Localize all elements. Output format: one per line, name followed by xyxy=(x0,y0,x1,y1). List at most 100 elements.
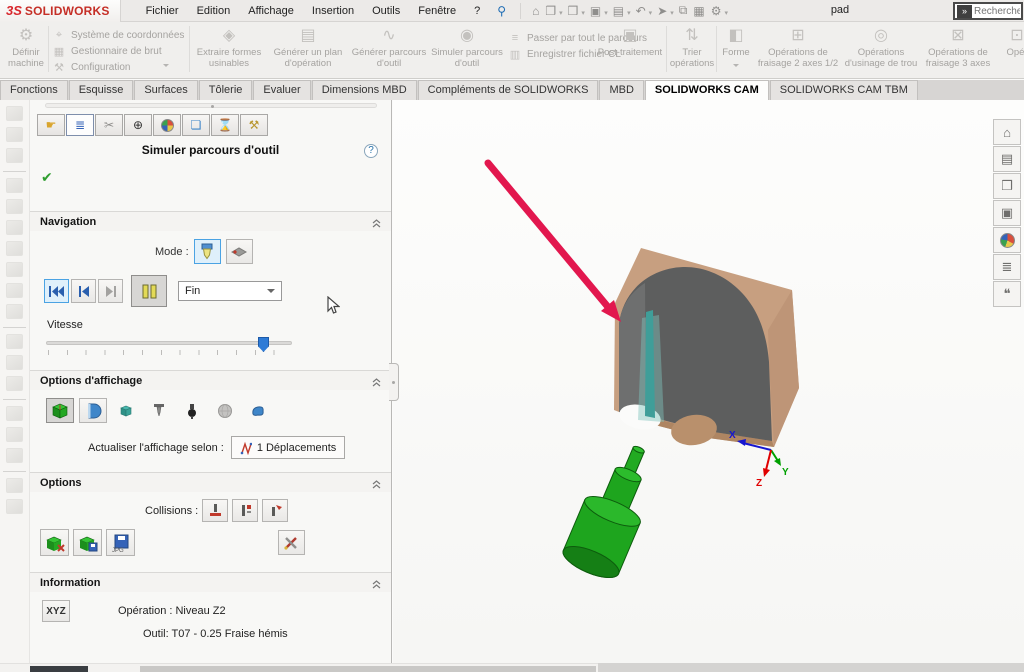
tab-tools[interactable]: ✂ xyxy=(95,114,123,136)
taskpane-design-library-button[interactable]: ▤ xyxy=(993,146,1021,172)
undo-caret-icon[interactable]: ▾ xyxy=(649,9,653,17)
tab-complements[interactable]: Compléments de SOLIDWORKS xyxy=(418,80,599,100)
taskpane-view-palette-button[interactable]: ▣ xyxy=(993,200,1021,226)
show-fixture-button[interactable] xyxy=(211,398,239,423)
tab-fonctions[interactable]: Fonctions xyxy=(0,80,68,100)
show-chuck-button[interactable] xyxy=(244,398,272,423)
edge-strip-icon[interactable] xyxy=(6,499,23,514)
edge-strip-icon[interactable] xyxy=(6,127,23,142)
feature-edge-strip[interactable] xyxy=(0,100,30,663)
show-holder-button[interactable] xyxy=(178,398,206,423)
slider-track[interactable] xyxy=(46,341,292,345)
menu-help[interactable]: ? xyxy=(465,1,489,21)
open-doc-caret-icon[interactable]: ▾ xyxy=(581,9,585,17)
show-target-part-button[interactable] xyxy=(112,398,140,423)
save-caret-icon[interactable]: ▾ xyxy=(604,9,608,17)
taskpane-appearances-button[interactable] xyxy=(993,227,1021,253)
show-tool-button[interactable] xyxy=(145,398,173,423)
step-forward-button[interactable] xyxy=(98,279,123,303)
edge-strip-icon[interactable] xyxy=(6,106,23,121)
edge-strip-icon[interactable] xyxy=(6,427,23,442)
tab-feature-tree[interactable]: ☛ xyxy=(37,114,65,136)
menu-fichier[interactable]: Fichier xyxy=(137,1,188,21)
ribbon-post-process[interactable]: ▣ Post-traitement xyxy=(596,25,664,58)
tool-mode-button[interactable] xyxy=(194,239,221,264)
tab-analysis[interactable] xyxy=(153,114,181,136)
tab-simulation[interactable]: ⌛ xyxy=(211,114,239,136)
ribbon-configuration[interactable]: ⚒Configuration xyxy=(52,59,184,75)
collapse-chevrons-icon[interactable] xyxy=(372,219,381,228)
edge-strip-icon[interactable] xyxy=(6,334,23,349)
tab-document[interactable]: ❏ xyxy=(182,114,210,136)
show-stock-button[interactable] xyxy=(46,398,74,423)
menu-fenetre[interactable]: Fenêtre xyxy=(409,1,465,21)
select-caret-icon[interactable]: ▾ xyxy=(670,9,674,17)
menu-insertion[interactable]: Insertion xyxy=(303,1,363,21)
edge-strip-icon[interactable] xyxy=(6,148,23,163)
collapse-chevrons-icon[interactable] xyxy=(372,580,381,589)
panel-splitter-handle[interactable] xyxy=(389,363,399,401)
tab-mbd[interactable]: MBD xyxy=(599,80,643,100)
tab-esquisse[interactable]: Esquisse xyxy=(69,80,134,100)
step-back-button[interactable] xyxy=(71,279,96,303)
pause-button[interactable] xyxy=(131,275,167,307)
ribbon-simulate-toolpath[interactable]: ◉ Simuler parcours d'outil xyxy=(429,25,505,69)
section-display-header[interactable]: Options d'affichage xyxy=(30,370,391,390)
section-view-button[interactable] xyxy=(79,398,107,423)
tab-tolerie[interactable]: Tôlerie xyxy=(199,80,253,100)
go-to-start-button[interactable] xyxy=(44,279,69,303)
options-gear-icon[interactable]: ⚙ xyxy=(708,2,725,20)
collapse-chevrons-icon[interactable] xyxy=(372,378,381,387)
ribbon-coord-system[interactable]: ⌖Système de coordonnées xyxy=(52,27,184,43)
save-jpg-button[interactable]: JPG xyxy=(106,529,135,556)
tab-surfaces[interactable]: Surfaces xyxy=(134,80,197,100)
ribbon-generate-plan[interactable]: ▤ Générer un plan d'opération xyxy=(269,25,347,69)
print-icon[interactable]: ▤ xyxy=(610,2,627,20)
edge-strip-icon[interactable] xyxy=(6,406,23,421)
edge-strip-icon[interactable] xyxy=(6,178,23,193)
ribbon-extract-features[interactable]: ◈ Extraire formes usinables xyxy=(193,25,265,69)
shape-caret-icon[interactable] xyxy=(733,64,739,70)
rebuild-icon[interactable]: ▦ xyxy=(690,2,707,20)
edge-strip-icon[interactable] xyxy=(6,355,23,370)
ribbon-overflow[interactable]: ⊡ Opér xyxy=(997,25,1024,58)
cutting-tool[interactable] xyxy=(559,436,667,584)
edge-strip-icon[interactable] xyxy=(6,478,23,493)
edge-strip-icon[interactable] xyxy=(6,220,23,235)
search-input[interactable] xyxy=(974,6,1020,17)
position-dropdown[interactable]: Fin xyxy=(178,281,282,301)
tab-solidworks-cam[interactable]: SOLIDWORKS CAM xyxy=(645,80,769,100)
collision-rapid-button[interactable] xyxy=(262,499,288,522)
section-information-header[interactable]: Information xyxy=(30,572,391,592)
collapse-chevrons-icon[interactable] xyxy=(372,480,381,489)
speed-slider[interactable] xyxy=(46,336,292,356)
xyz-button[interactable]: XYZ xyxy=(42,600,70,622)
tab-operation-tree[interactable]: ≣ xyxy=(66,114,94,136)
tab-dimensions-mbd[interactable]: Dimensions MBD xyxy=(312,80,417,100)
attach-icon[interactable]: ⧉ xyxy=(676,1,691,20)
ribbon-define-machine[interactable]: ⚙ Définir machine xyxy=(4,25,48,69)
save-icon[interactable]: ▣ xyxy=(587,2,604,20)
menu-edition[interactable]: Edition xyxy=(188,1,240,21)
ribbon-sort-operations[interactable]: ⇅ Trier opérations xyxy=(669,25,715,69)
taskpane-home-button[interactable]: ⌂ xyxy=(993,119,1021,145)
edge-strip-icon[interactable] xyxy=(6,304,23,319)
collision-stop-button[interactable] xyxy=(202,499,228,522)
section-navigation-header[interactable]: Navigation xyxy=(30,211,391,231)
save-avi-button[interactable] xyxy=(73,529,102,556)
taskpane-forum-button[interactable]: ❝ xyxy=(993,281,1021,307)
menu-affichage[interactable]: Affichage xyxy=(239,1,303,21)
collision-holder-button[interactable] xyxy=(232,499,258,522)
menu-outils[interactable]: Outils xyxy=(363,1,409,21)
select-icon[interactable]: ➤ xyxy=(654,2,670,20)
simulation-settings-button[interactable] xyxy=(278,530,305,555)
edge-strip-icon[interactable] xyxy=(6,283,23,298)
ribbon-shape[interactable]: ◧ Forme xyxy=(718,25,754,73)
graphics-viewport[interactable]: X Y Z xyxy=(393,100,1024,663)
undo-icon[interactable]: ↶ xyxy=(633,2,649,20)
edge-strip-icon[interactable] xyxy=(6,376,23,391)
pin-menu-icon[interactable]: ⚲ xyxy=(497,4,506,18)
new-doc-icon[interactable]: ❐ xyxy=(542,2,559,20)
options-caret-icon[interactable]: ▾ xyxy=(724,9,728,17)
ribbon-mill-25axis[interactable]: ⊞ Opérations de fraisage 2 axes 1/2 xyxy=(756,25,840,69)
